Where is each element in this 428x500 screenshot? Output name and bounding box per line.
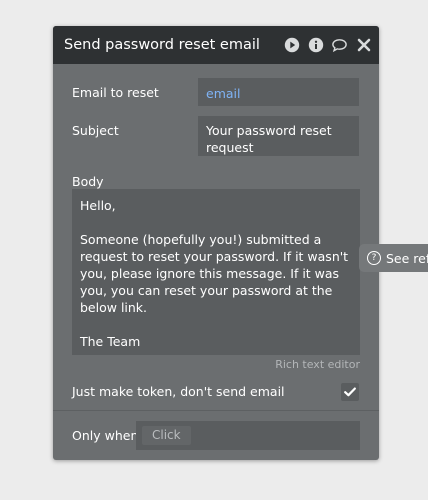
info-icon[interactable] [307, 37, 324, 54]
see-reference-tab[interactable]: ? See refe [359, 244, 428, 272]
panel-header: Send password reset email [53, 26, 379, 64]
header-icon-group [283, 37, 372, 54]
body-textarea[interactable]: Hello, Someone (hopefully you!) submitte… [72, 189, 360, 355]
divider [53, 410, 379, 411]
check-icon [344, 387, 356, 397]
subject-label: Subject [72, 123, 119, 138]
see-reference-label: See refe [386, 250, 428, 266]
condition-click-button[interactable]: Click [142, 426, 191, 445]
rich-text-editor-link[interactable]: Rich text editor [275, 358, 360, 371]
help-icon: ? [367, 251, 381, 265]
comment-icon[interactable] [331, 37, 348, 54]
workflow-action-panel: Send password reset email Email to reset… [53, 26, 379, 460]
email-to-reset-label: Email to reset [72, 85, 159, 100]
body-label: Body [72, 174, 104, 189]
only-when-label: Only when [72, 428, 139, 443]
subject-field[interactable]: Your password reset request [198, 116, 359, 156]
play-icon[interactable] [283, 37, 300, 54]
close-icon[interactable] [355, 37, 372, 54]
email-to-reset-field[interactable]: email [198, 78, 359, 106]
token-only-label: Just make token, don't send email [72, 384, 285, 399]
panel-title: Send password reset email [64, 37, 260, 53]
token-only-checkbox[interactable] [341, 383, 359, 401]
